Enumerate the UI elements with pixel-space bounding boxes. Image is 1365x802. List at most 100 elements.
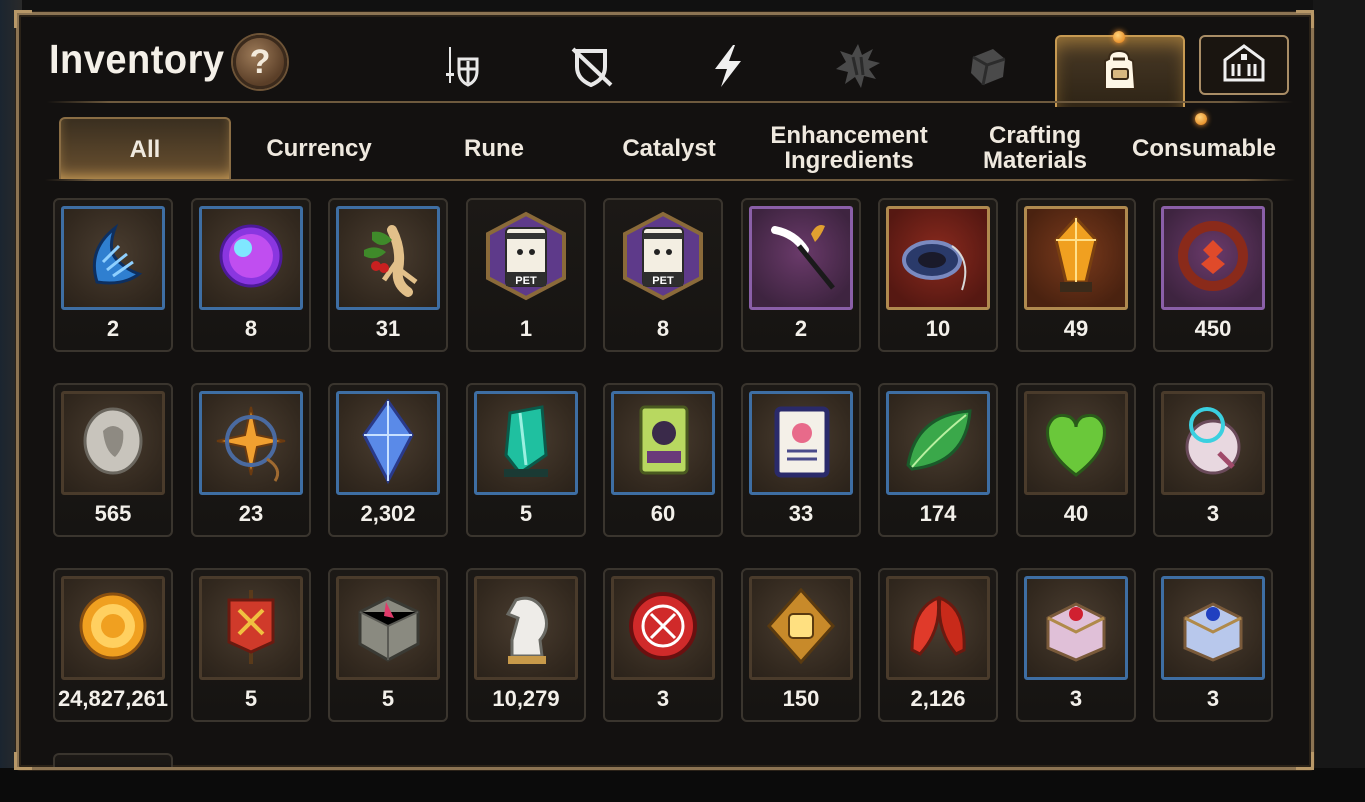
- red-charm-icon: [1167, 210, 1259, 307]
- tab-crafting-materials[interactable]: Crafting Materials: [955, 117, 1115, 179]
- item-count: 174: [919, 501, 957, 526]
- blue-chest-icon: [1167, 580, 1259, 677]
- pink-chest-icon: [1030, 580, 1122, 677]
- item-count: 2: [794, 316, 808, 341]
- inventory-slot[interactable]: 2: [741, 198, 861, 352]
- item-count: 60: [650, 501, 676, 526]
- inventory-slot[interactable]: [53, 753, 173, 767]
- item-count: 150: [782, 686, 820, 711]
- inventory-slot[interactable]: 3: [603, 568, 723, 722]
- item-count: 3: [1206, 501, 1220, 526]
- item-count: 24,827,261: [57, 686, 169, 711]
- tab-currency[interactable]: Currency: [239, 117, 399, 179]
- inventory-slot[interactable]: 23: [191, 383, 311, 537]
- item-count: 10: [925, 316, 951, 341]
- gold-coin-icon: [67, 580, 159, 677]
- green-card-icon: [617, 395, 709, 492]
- item-frame: [886, 576, 990, 680]
- item-count: 2,126: [910, 686, 966, 711]
- item-frame: [1161, 576, 1265, 680]
- item-frame: [1024, 206, 1128, 310]
- notification-dot: [1195, 113, 1207, 125]
- tab-cube[interactable]: [945, 35, 1031, 101]
- item-frame: [1024, 391, 1128, 495]
- item-frame: [611, 576, 715, 680]
- inventory-slot[interactable]: 2: [53, 198, 173, 352]
- background-bottom: [0, 768, 1365, 802]
- item-frame: [61, 576, 165, 680]
- inventory-slot[interactable]: 2,302: [328, 383, 448, 537]
- inventory-slot[interactable]: 565: [53, 383, 173, 537]
- item-frame: [1161, 391, 1265, 495]
- tab-rune-burst[interactable]: [815, 35, 901, 101]
- inventory-slot[interactable]: 3: [1016, 568, 1136, 722]
- tab-consumable[interactable]: Consumable: [1119, 117, 1289, 179]
- item-frame: [336, 576, 440, 680]
- ginseng-root-icon: [342, 210, 434, 307]
- inventory-slot[interactable]: 3: [1153, 383, 1273, 537]
- tab-catalyst[interactable]: Catalyst: [589, 117, 749, 179]
- tab-lightning[interactable]: [685, 35, 771, 101]
- item-count: 3: [1069, 686, 1083, 711]
- inventory-slot[interactable]: 5: [328, 568, 448, 722]
- inventory-slot[interactable]: 8: [191, 198, 311, 352]
- stone-cube-icon: [342, 580, 434, 677]
- inventory-slot[interactable]: 60: [603, 383, 723, 537]
- item-count: 23: [238, 501, 264, 526]
- red-seal-icon: [617, 580, 709, 677]
- inventory-slot[interactable]: 31: [328, 198, 448, 352]
- tab-all[interactable]: All: [59, 117, 231, 179]
- purple-card-icon: [755, 395, 847, 492]
- item-count: 5: [244, 686, 258, 711]
- cube-icon: [963, 41, 1013, 96]
- rune-burst-icon: [833, 41, 883, 96]
- inventory-slot[interactable]: 3: [1153, 568, 1273, 722]
- item-frame: [1161, 206, 1265, 310]
- help-button[interactable]: ?: [233, 35, 287, 89]
- item-frame: [199, 206, 303, 310]
- svg-text:PET: PET: [515, 275, 537, 287]
- item-frame: [886, 391, 990, 495]
- tab-backpack[interactable]: [1055, 31, 1185, 107]
- item-count: 3: [656, 686, 670, 711]
- tab-shield-cross[interactable]: [549, 35, 635, 101]
- item-frame: PET: [474, 206, 578, 310]
- inventory-slot[interactable]: 10: [878, 198, 998, 352]
- item-count: 10,279: [492, 686, 560, 711]
- item-count: 33: [788, 501, 814, 526]
- green-crystal-icon: [480, 395, 572, 492]
- inventory-slot[interactable]: PET 1: [466, 198, 586, 352]
- item-count: 8: [244, 316, 258, 341]
- tab-rune[interactable]: Rune: [419, 117, 569, 179]
- inventory-slot[interactable]: 450: [1153, 198, 1273, 352]
- inventory-slot[interactable]: PET 8: [603, 198, 723, 352]
- inventory-slot[interactable]: 40: [1016, 383, 1136, 537]
- inventory-slot[interactable]: 5: [466, 383, 586, 537]
- pet-food-bag-icon: PET: [617, 210, 709, 307]
- tab-guild-hall[interactable]: [1199, 35, 1289, 95]
- item-count: 2,302: [360, 501, 416, 526]
- inventory-slot[interactable]: 49: [1016, 198, 1136, 352]
- background-right: [1313, 0, 1365, 802]
- inventory-slot[interactable]: 174: [878, 383, 998, 537]
- item-count: 49: [1063, 316, 1089, 341]
- notification-dot: [1113, 31, 1125, 43]
- svg-text:PET: PET: [652, 275, 674, 287]
- frame-corner: [1296, 10, 1314, 28]
- amber-crystal-icon: [1030, 210, 1122, 307]
- inventory-header: Inventory ?: [19, 15, 1311, 107]
- purple-orb-icon: [205, 210, 297, 307]
- inventory-slot[interactable]: 5: [191, 568, 311, 722]
- tab-sword-shield[interactable]: [419, 35, 505, 101]
- item-frame: [474, 391, 578, 495]
- inventory-slot[interactable]: 150: [741, 568, 861, 722]
- red-banner-icon: [205, 580, 297, 677]
- guild-hall-icon: [1219, 38, 1269, 93]
- inventory-slot[interactable]: 24,827,261: [53, 568, 173, 722]
- inventory-slot[interactable]: 2,126: [878, 568, 998, 722]
- item-frame: [199, 576, 303, 680]
- inventory-slot[interactable]: 10,279: [466, 568, 586, 722]
- tab-enhancement-ingredients[interactable]: Enhancement Ingredients: [759, 117, 939, 179]
- shield-cross-icon: [567, 41, 617, 96]
- inventory-slot[interactable]: 33: [741, 383, 861, 537]
